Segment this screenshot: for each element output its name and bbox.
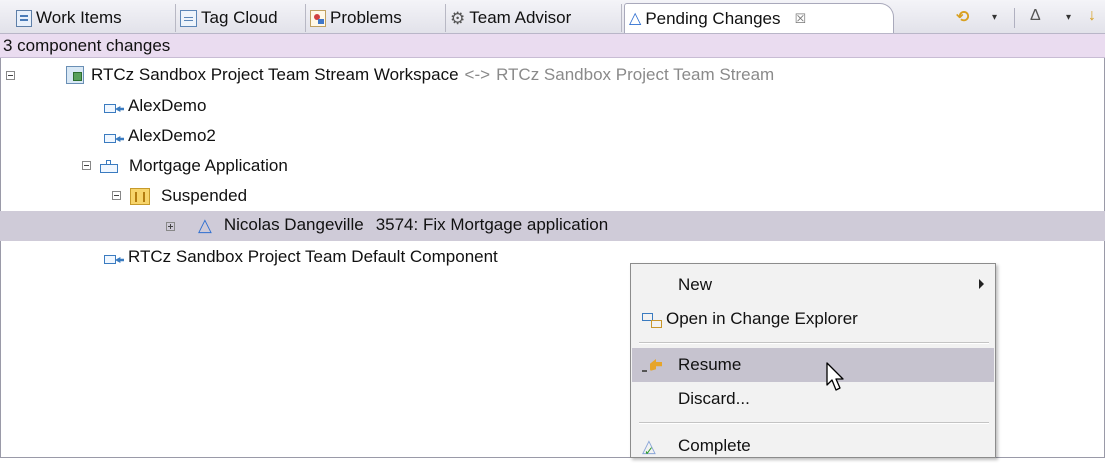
tab-label: Work Items [36,8,122,27]
component-name: RTCz Sandbox Project Team Default Compon… [128,247,498,266]
view-tab-bar: Work Items Tag Cloud Problems ⚙ Team Adv… [0,0,1105,34]
status-text: 3 component changes [3,35,171,55]
tree-row-workspace[interactable]: RTCz Sandbox Project Team Stream Workspa… [0,60,1105,90]
tab-work-items[interactable]: Work Items [12,4,176,32]
menu-item-label: Complete [678,436,751,455]
workspace-node[interactable]: RTCz Sandbox Project Team Stream Workspa… [66,65,774,85]
gear-icon: ⚙ [450,8,466,28]
sync-icon[interactable]: ⟲ [956,7,969,27]
tree-row-component[interactable]: AlexDemo [0,90,1105,120]
menu-item-resume[interactable]: Resume [632,348,994,382]
flow-arrow: <-> [464,65,491,84]
tab-tag-cloud[interactable]: Tag Cloud [176,4,306,32]
expand-icon[interactable] [166,222,175,231]
sync-dropdown-icon[interactable]: ▾ [992,12,997,23]
problems-icon [310,9,326,27]
suspended-folder-node[interactable]: Suspended [130,186,247,206]
tab-pending-changes[interactable]: △ Pending Changes ☒ [624,3,894,33]
close-tab-icon[interactable]: ☒ [794,11,806,27]
menu-item-label: New [678,275,713,294]
component-node[interactable]: Mortgage Application [100,156,288,176]
workspace-icon [66,66,84,84]
menu-separator [639,342,989,344]
resume-icon [642,357,664,373]
component-icon [100,158,122,174]
pending-changes-icon: △ [629,9,642,27]
work-items-icon [16,9,32,27]
submenu-arrow-icon [979,279,984,289]
collapse-icon[interactable] [6,71,15,80]
collapse-icon[interactable] [112,191,121,200]
component-name: AlexDemo [128,96,207,115]
folder-name: Suspended [161,186,248,205]
overflow-icon[interactable]: ↓ [1088,7,1096,25]
change-set-icon: △ [198,215,212,235]
collapse-icon[interactable] [82,161,91,170]
context-menu: New Open in Change Explorer Resume Disca… [630,263,996,458]
tab-problems[interactable]: Problems [306,4,446,32]
menu-item-label: Resume [678,355,742,374]
tree-row-component[interactable]: AlexDemo2 [0,120,1105,150]
workspace-name: RTCz Sandbox Project Team Stream Workspa… [91,65,459,84]
toolbar-separator [1014,8,1015,28]
tree-row-suspended[interactable]: Suspended [0,180,1105,210]
tab-label: Problems [330,8,402,27]
component-node[interactable]: AlexDemo [104,96,206,116]
menu-item-new[interactable]: New [632,268,994,302]
component-incoming-icon [104,128,126,144]
delta-icon[interactable]: Δ [1030,7,1041,25]
menu-item-open-in-change-explorer[interactable]: Open in Change Explorer [632,302,994,336]
tab-label: Tag Cloud [201,8,278,27]
component-incoming-icon [104,249,126,265]
menu-item-discard[interactable]: Discard... [632,382,994,416]
tree-row-component[interactable]: Mortgage Application [0,150,1105,180]
menu-separator [639,422,989,424]
menu-item-label: Discard... [678,389,750,408]
change-set-author: Nicolas Dangeville [223,215,364,234]
component-name: AlexDemo2 [128,126,216,145]
tag-cloud-icon [180,9,197,27]
tab-label: Team Advisor [469,8,572,27]
stream-name: RTCz Sandbox Project Team Stream [496,65,775,84]
menu-item-label: Open in Change Explorer [666,309,858,328]
change-set-summary: 3574: Fix Mortgage application [375,215,609,234]
suspended-folder-icon [130,187,150,205]
change-set-node[interactable]: △ Nicolas Dangeville 3574: Fix Mortgage … [198,215,608,235]
change-explorer-icon [642,311,664,329]
tab-label: Pending Changes [645,8,781,28]
component-incoming-icon [104,98,126,114]
mouse-cursor-icon [826,362,844,391]
complete-icon [642,436,664,458]
component-name: Mortgage Application [129,156,288,175]
tab-team-advisor[interactable]: ⚙ Team Advisor [446,4,622,32]
component-node[interactable]: RTCz Sandbox Project Team Default Compon… [104,247,498,267]
delta-dropdown-icon[interactable]: ▾ [1066,12,1071,23]
tree-row-change-set[interactable]: △ Nicolas Dangeville 3574: Fix Mortgage … [0,211,1105,241]
pending-changes-status: 3 component changes [0,34,1105,58]
component-node[interactable]: AlexDemo2 [104,126,216,146]
